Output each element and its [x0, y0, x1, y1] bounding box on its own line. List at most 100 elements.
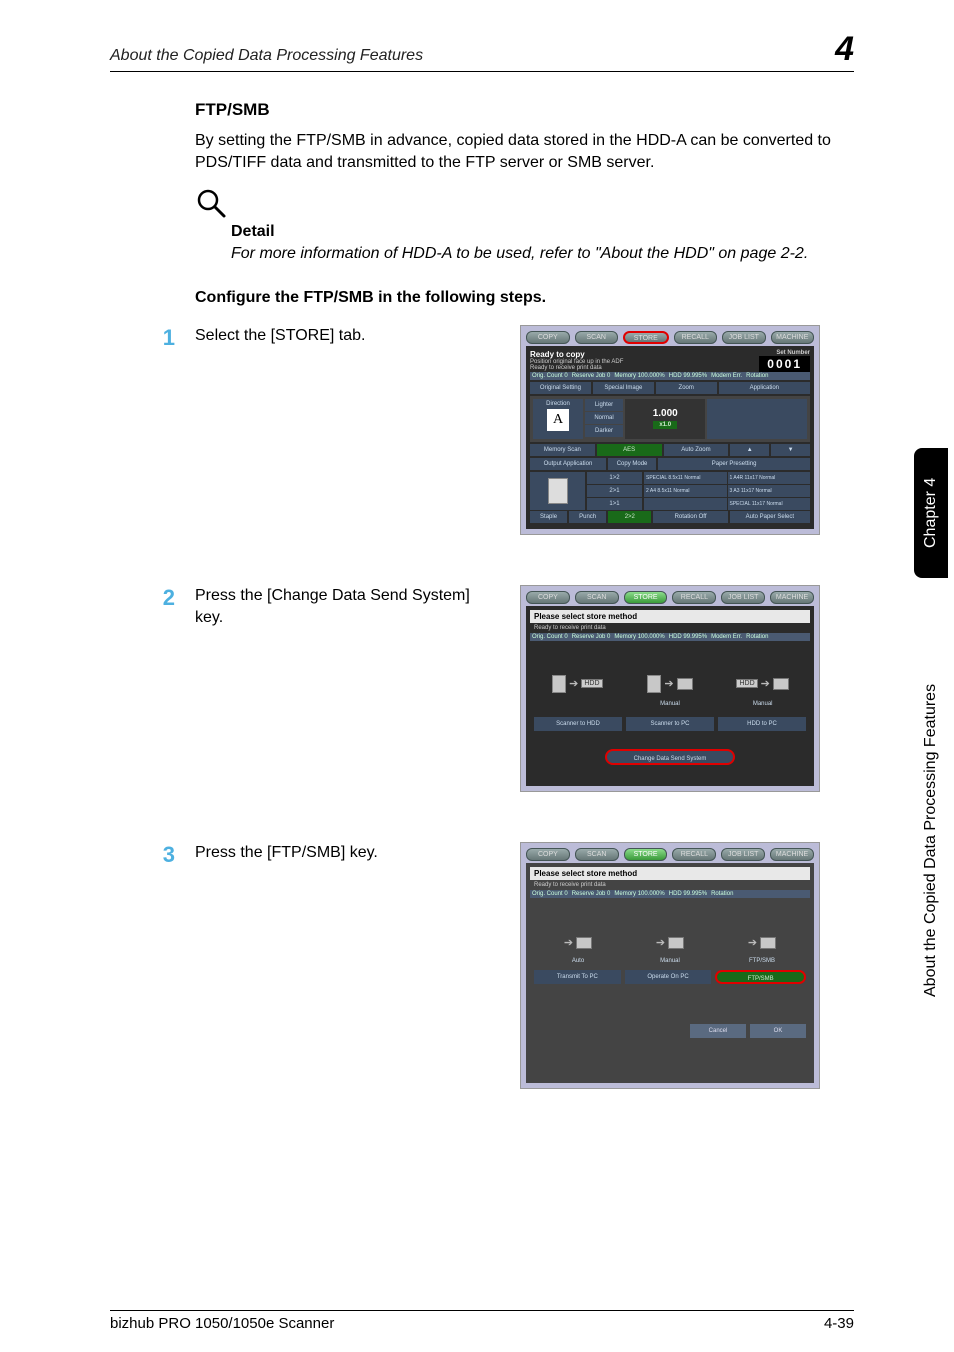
ss1-set-number: 0001 [759, 356, 810, 372]
ss1-aes-button[interactable]: AES [597, 444, 662, 456]
ss1-punch-button[interactable]: Punch [569, 511, 606, 523]
ss3-tab-joblist[interactable]: JOB LIST [721, 848, 765, 861]
ss1-mode-1-2[interactable]: 1>2 [587, 472, 642, 484]
ss2-orig-count: Orig. Count 0 [532, 634, 568, 640]
ss3-cell-ftpsmb: FTP/SMB [718, 932, 806, 964]
ss3-body: Please select store method Ready to rece… [526, 863, 814, 1083]
ss3-orig-count: Orig. Count 0 [532, 891, 568, 897]
ss1-auto-zoom-button[interactable]: Auto Zoom [664, 444, 729, 456]
ss1-down-button[interactable]: ▼ [771, 444, 810, 456]
ss1-rotation: Rotation [746, 373, 768, 379]
hdd-icon: HDD [581, 679, 602, 688]
ss1-auto-paper-button[interactable]: Auto Paper Select [730, 511, 810, 523]
ss3-tab-machine[interactable]: MACHINE [770, 848, 814, 861]
ss1-density: Lighter Normal Darker [585, 399, 623, 439]
ss1-ready-sub2: Ready to receive print data [530, 365, 623, 371]
ss1-density-lighter[interactable]: Lighter [585, 399, 623, 411]
ss1-density-darker[interactable]: Darker [585, 425, 623, 437]
ss3-cell-auto: Auto [534, 932, 622, 964]
page: About the Copied Data Processing Feature… [0, 0, 954, 1129]
ss1-tab-scan[interactable]: SCAN [575, 331, 619, 344]
ss2-scanner-to-hdd-button[interactable]: Scanner to HDD [534, 717, 622, 731]
ss2-tab-scan[interactable]: SCAN [575, 591, 619, 604]
ss2-tab-recall[interactable]: RECALL [672, 591, 716, 604]
ss1-tabbar: COPY SCAN STORE RECALL JOB LIST MACHINE [526, 331, 814, 344]
ss1-tab-machine[interactable]: MACHINE [771, 331, 815, 344]
ss1-staple-button[interactable]: Staple [530, 511, 567, 523]
ss1-paper-10[interactable]: 2 A4 8.5x11 Normal [644, 485, 727, 497]
ss3-bottom-row: Cancel OK [534, 1024, 806, 1038]
hdd-icon: HDD [736, 679, 757, 688]
ss1-chip-application[interactable]: Application [719, 382, 810, 394]
ss2-tab-copy[interactable]: COPY [526, 591, 570, 604]
ss2-hdd: HDD 99.995% [669, 634, 707, 640]
ss1-reserve-job: Reserve Job 0 [572, 373, 611, 379]
ss2-body: Please select store method Ready to rece… [526, 606, 814, 786]
ss1-paper-00[interactable]: SPECIAL 8.5x11 Normal [644, 472, 727, 484]
ss2-tab-machine[interactable]: MACHINE [770, 591, 814, 604]
ss1-output-app[interactable]: Output Application [530, 458, 606, 470]
ss1-paper-area: 1>2 2>1 1>1 SPECIAL 8.5x11 Normal 1 A4R … [530, 472, 810, 510]
content: FTP/SMB By setting the FTP/SMB in advanc… [110, 100, 854, 1089]
ss1-direction[interactable]: Direction A [533, 399, 583, 439]
ss2-hdd-to-pc-button[interactable]: HDD to PC [718, 717, 806, 731]
ss1-mode-2-1[interactable]: 2>1 [587, 485, 642, 497]
ss3-cancel-button[interactable]: Cancel [690, 1024, 746, 1038]
ss1-subheader-row: Output Application Copy Mode Paper Prese… [530, 458, 810, 470]
ss3-ok-button[interactable]: OK [750, 1024, 806, 1038]
ss1-chip-original[interactable]: Original Setting [530, 382, 591, 394]
ss3-cell2-label: FTP/SMB [718, 958, 806, 964]
document-icon [552, 675, 566, 693]
ss1-up-button[interactable]: ▲ [730, 444, 769, 456]
ss1-tab-copy[interactable]: COPY [526, 331, 570, 344]
arrow-icon [569, 677, 578, 690]
ss3-grid: Auto Manual [534, 932, 806, 964]
ss3-tab-scan[interactable]: SCAN [575, 848, 619, 861]
ss3-hdd: HDD 99.995% [669, 891, 707, 897]
ss1-paper-21[interactable]: SPECIAL 11x17 Normal [728, 498, 811, 510]
ss3-transmit-to-pc-button[interactable]: Transmit To PC [534, 970, 621, 984]
ss3-tab-recall[interactable]: RECALL [672, 848, 716, 861]
ss3-tab-copy[interactable]: COPY [526, 848, 570, 861]
ss1-tab-joblist[interactable]: JOB LIST [722, 331, 766, 344]
ss1-body: Ready to copy Position original face up … [526, 346, 814, 529]
running-header-title: About the Copied Data Processing Feature… [110, 47, 835, 65]
ss3-operate-on-pc-button[interactable]: Operate On PC [625, 970, 712, 984]
ss2-tab-joblist[interactable]: JOB LIST [721, 591, 765, 604]
screenshot-1: COPY SCAN STORE RECALL JOB LIST MACHINE … [520, 325, 820, 535]
ss1-chip-zoom[interactable]: Zoom [656, 382, 717, 394]
step-1-text: Select the [STORE] tab. [195, 325, 500, 347]
ss3-tab-store[interactable]: STORE [624, 848, 668, 861]
ss3-memory: Memory 100.000% [614, 891, 664, 897]
ss1-output-icon[interactable] [530, 472, 585, 510]
ss1-mode-2-2[interactable]: 2>2 [608, 511, 651, 523]
ss1-tab-recall[interactable]: RECALL [674, 331, 718, 344]
ss1-paper-01[interactable]: 1 A4R 11x17 Normal [728, 472, 811, 484]
ss1-paper-20[interactable] [644, 498, 727, 510]
ss1-density-normal[interactable]: Normal [585, 412, 623, 424]
ss3-cell0-label: Auto [534, 958, 622, 964]
ss1-app-area [707, 399, 807, 439]
screenshot-2: COPY SCAN STORE RECALL JOB LIST MACHINE … [520, 585, 820, 792]
ss1-tab-store[interactable]: STORE [623, 331, 669, 344]
running-header-chapter-num: 4 [835, 30, 854, 69]
ss2-cell-scanner-pc: Manual [627, 671, 714, 707]
ss3-infobar: Orig. Count 0 Reserve Job 0 Memory 100.0… [530, 890, 810, 898]
ss1-memory-scan-button[interactable]: Memory Scan [530, 444, 595, 456]
ss1-zoom[interactable]: 1.000 x1.0 [625, 399, 705, 439]
ss1-category-row: Original Setting Special Image Zoom Appl… [530, 382, 810, 394]
ss1-mode-1-1[interactable]: 1>1 [587, 498, 642, 510]
ss2-tab-store[interactable]: STORE [624, 591, 668, 604]
ss2-change-data-send-system-button[interactable]: Change Data Send System [605, 749, 735, 765]
ss1-rotation-off-button[interactable]: Rotation Off [653, 511, 727, 523]
ss1-paper-list: SPECIAL 8.5x11 Normal 1 A4R 11x17 Normal… [644, 472, 810, 510]
ss3-ftpsmb-button[interactable]: FTP/SMB [715, 970, 806, 984]
ss1-copy-mode-list: 1>2 2>1 1>1 [587, 472, 642, 510]
ss2-scanner-to-pc-button[interactable]: Scanner to PC [626, 717, 714, 731]
ss1-paper-11[interactable]: 3 A3 11x17 Normal [728, 485, 811, 497]
ss1-chip-special[interactable]: Special Image [593, 382, 654, 394]
magnifier-icon [195, 187, 854, 219]
side-tab-title: About the Copied Data Processing Feature… [914, 600, 948, 1080]
ss1-zoom-value: 1.000 [653, 408, 678, 419]
detail-text: For more information of HDD-A to be used… [231, 243, 854, 265]
